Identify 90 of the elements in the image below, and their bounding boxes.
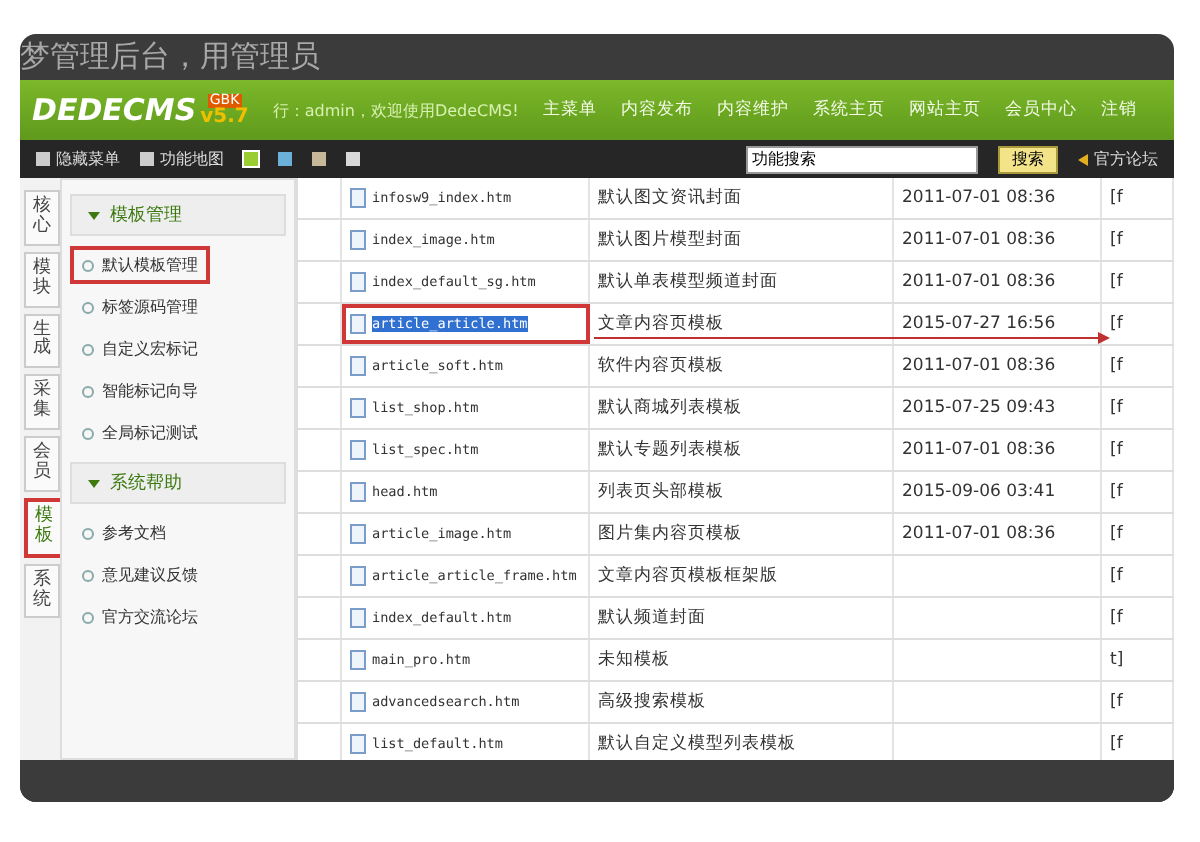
toolbar-link[interactable]: 隐藏菜单 [36, 148, 120, 170]
menu-item[interactable]: 参考文档 [70, 514, 178, 552]
description-cell: 默认商城列表模板 [590, 388, 894, 428]
action-cell[interactable]: [f [1102, 346, 1174, 386]
caret-icon [88, 480, 100, 488]
file-icon [350, 356, 366, 376]
action-cell[interactable]: [f [1102, 388, 1174, 428]
file-icon [350, 272, 366, 292]
date-cell: 2011-07-01 08:36 [894, 430, 1102, 470]
file-icon [350, 734, 366, 754]
description-cell: 默认图片模型封面 [590, 220, 894, 260]
action-cell[interactable]: t] [1102, 640, 1174, 680]
side-tab[interactable]: 系统 [24, 563, 60, 619]
description-cell: 默认图文资讯封面 [590, 178, 894, 218]
side-tab[interactable]: 会员 [24, 436, 60, 492]
file-icon [350, 482, 366, 502]
bullet-icon [82, 301, 94, 313]
date-cell: 2011-07-01 08:36 [894, 220, 1102, 260]
description-cell: 文章内容页模板 [590, 304, 894, 344]
description-cell: 默认专题列表模板 [590, 430, 894, 470]
menu-item[interactable]: 官方交流论坛 [70, 598, 210, 636]
bullet-icon [82, 611, 94, 623]
menu-item[interactable]: 默认模板管理 [70, 246, 210, 284]
date-cell: 2011-07-01 08:36 [894, 346, 1102, 386]
file-icon [350, 608, 366, 628]
bullet-icon [82, 259, 94, 271]
file-icon [350, 440, 366, 460]
bullet-icon [82, 385, 94, 397]
welcome-text: 行：admin，欢迎使用DedeCMS! [272, 99, 519, 121]
action-cell[interactable]: [f [1102, 220, 1174, 260]
theme-swatch[interactable] [244, 152, 258, 166]
action-cell[interactable]: [f [1102, 682, 1174, 722]
date-cell: 2015-09-06 03:41 [894, 472, 1102, 512]
file-icon [350, 230, 366, 250]
file-icon [350, 692, 366, 712]
bullet-icon [82, 343, 94, 355]
menu-item[interactable]: 自定义宏标记 [70, 330, 210, 368]
side-tab[interactable]: 模块 [24, 251, 60, 308]
file-icon [350, 188, 366, 208]
description-cell: 软件内容页模板 [590, 346, 894, 386]
theme-swatch[interactable] [346, 152, 360, 166]
action-cell[interactable]: [f [1102, 178, 1174, 218]
menu-group-title[interactable]: 模板管理 [70, 194, 286, 236]
description-cell: 默认单表模型频道封面 [590, 262, 894, 302]
menu-icon [140, 152, 154, 166]
date-cell: 2011-07-01 08:36 [894, 178, 1102, 218]
date-cell: 2011-07-01 08:36 [894, 514, 1102, 554]
file-icon [350, 398, 366, 418]
menu-item[interactable]: 意见建议反馈 [70, 556, 210, 594]
menu-item[interactable]: 智能标记向导 [70, 372, 210, 410]
version-label: v5.7 [200, 107, 249, 127]
description-cell: 文章内容页模板框架版 [590, 556, 894, 596]
theme-swatch[interactable] [312, 152, 326, 166]
action-cell[interactable]: [f [1102, 514, 1174, 554]
logo: DEDECMS [32, 92, 197, 128]
search-button[interactable]: 搜索 [998, 145, 1058, 173]
description-cell: 高级搜索模板 [590, 682, 894, 722]
side-tab[interactable]: 模板 [24, 497, 64, 558]
action-cell[interactable]: [f [1102, 472, 1174, 512]
action-cell[interactable]: [f [1102, 556, 1174, 596]
side-tab[interactable]: 生成 [24, 313, 60, 369]
description-cell: 列表页头部模板 [590, 472, 894, 512]
bullet-icon [82, 569, 94, 581]
menu-icon [36, 152, 50, 166]
action-cell[interactable]: [f [1102, 262, 1174, 302]
toolbar-link[interactable]: 功能地图 [140, 148, 224, 170]
date-cell: 2015-07-25 09:43 [894, 388, 1102, 428]
date-cell: 2011-07-01 08:36 [894, 262, 1102, 302]
theme-swatch[interactable] [278, 152, 292, 166]
triangle-icon [1078, 153, 1088, 165]
action-cell[interactable]: [f [1102, 430, 1174, 470]
caret-icon [88, 212, 100, 220]
file-icon [350, 650, 366, 670]
file-icon [350, 566, 366, 586]
search-field[interactable]: 功能搜索 [746, 145, 978, 173]
menu-item[interactable]: 全局标记测试 [70, 414, 210, 452]
file-icon [350, 524, 366, 544]
side-tab[interactable]: 采集 [24, 374, 60, 431]
forum-link[interactable]: 官方论坛 [1078, 148, 1158, 170]
description-cell: 图片集内容页模板 [590, 514, 894, 554]
action-cell[interactable]: [f [1102, 598, 1174, 638]
menu-group-title[interactable]: 系统帮助 [70, 462, 286, 504]
caption-text: 梦管理后台，用管理员 [20, 36, 322, 78]
menu-item[interactable]: 标签源码管理 [70, 288, 210, 326]
bullet-icon [82, 427, 94, 439]
bullet-icon [82, 527, 94, 539]
side-tab[interactable]: 核心 [24, 190, 60, 246]
description-cell: 未知模板 [590, 640, 894, 680]
description-cell: 默认频道封面 [590, 598, 894, 638]
file-icon [350, 314, 366, 334]
